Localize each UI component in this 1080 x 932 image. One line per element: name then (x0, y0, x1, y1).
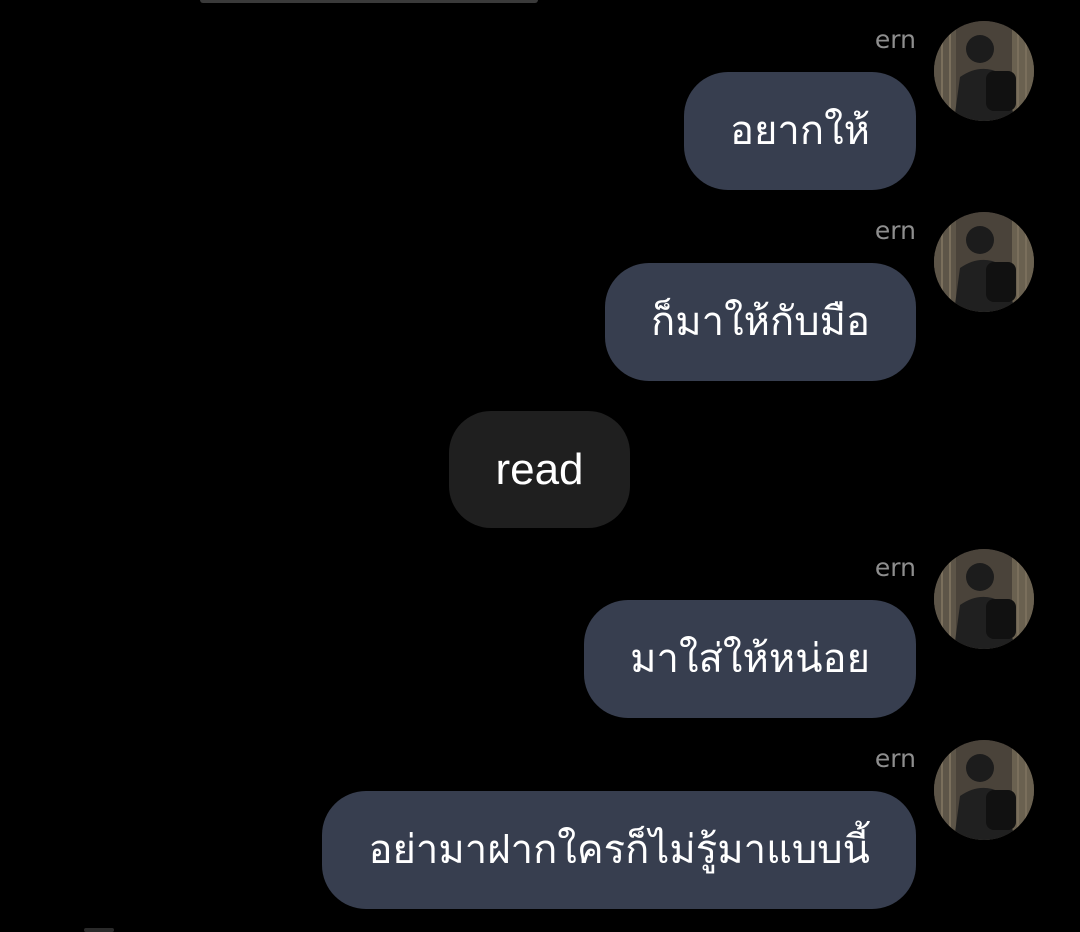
top-edge-divider (200, 0, 538, 3)
sender-name: ern (874, 744, 916, 773)
avatar-photo-icon (934, 21, 1034, 121)
read-receipt: read (449, 411, 630, 528)
avatar[interactable] (934, 740, 1034, 840)
avatar[interactable] (934, 21, 1034, 121)
avatar[interactable] (934, 212, 1034, 312)
message-bubble[interactable]: ก็มาให้กับมือ (605, 263, 916, 381)
avatar-photo-icon (934, 212, 1034, 312)
sender-name: ern (874, 25, 916, 54)
avatar[interactable] (934, 549, 1034, 649)
sender-name: ern (874, 216, 916, 245)
message-bubble[interactable]: มาใส่ให้หน่อย (584, 600, 916, 718)
message-bubble[interactable]: อย่ามาฝากใครก็ไม่รู้มาแบบนี้ (322, 791, 916, 909)
message-bubble[interactable]: อยากให้ (683, 72, 916, 190)
bottom-edge-mark (84, 928, 114, 932)
sender-name: ern (874, 553, 916, 582)
avatar-photo-icon (934, 549, 1034, 649)
avatar-photo-icon (934, 740, 1034, 840)
